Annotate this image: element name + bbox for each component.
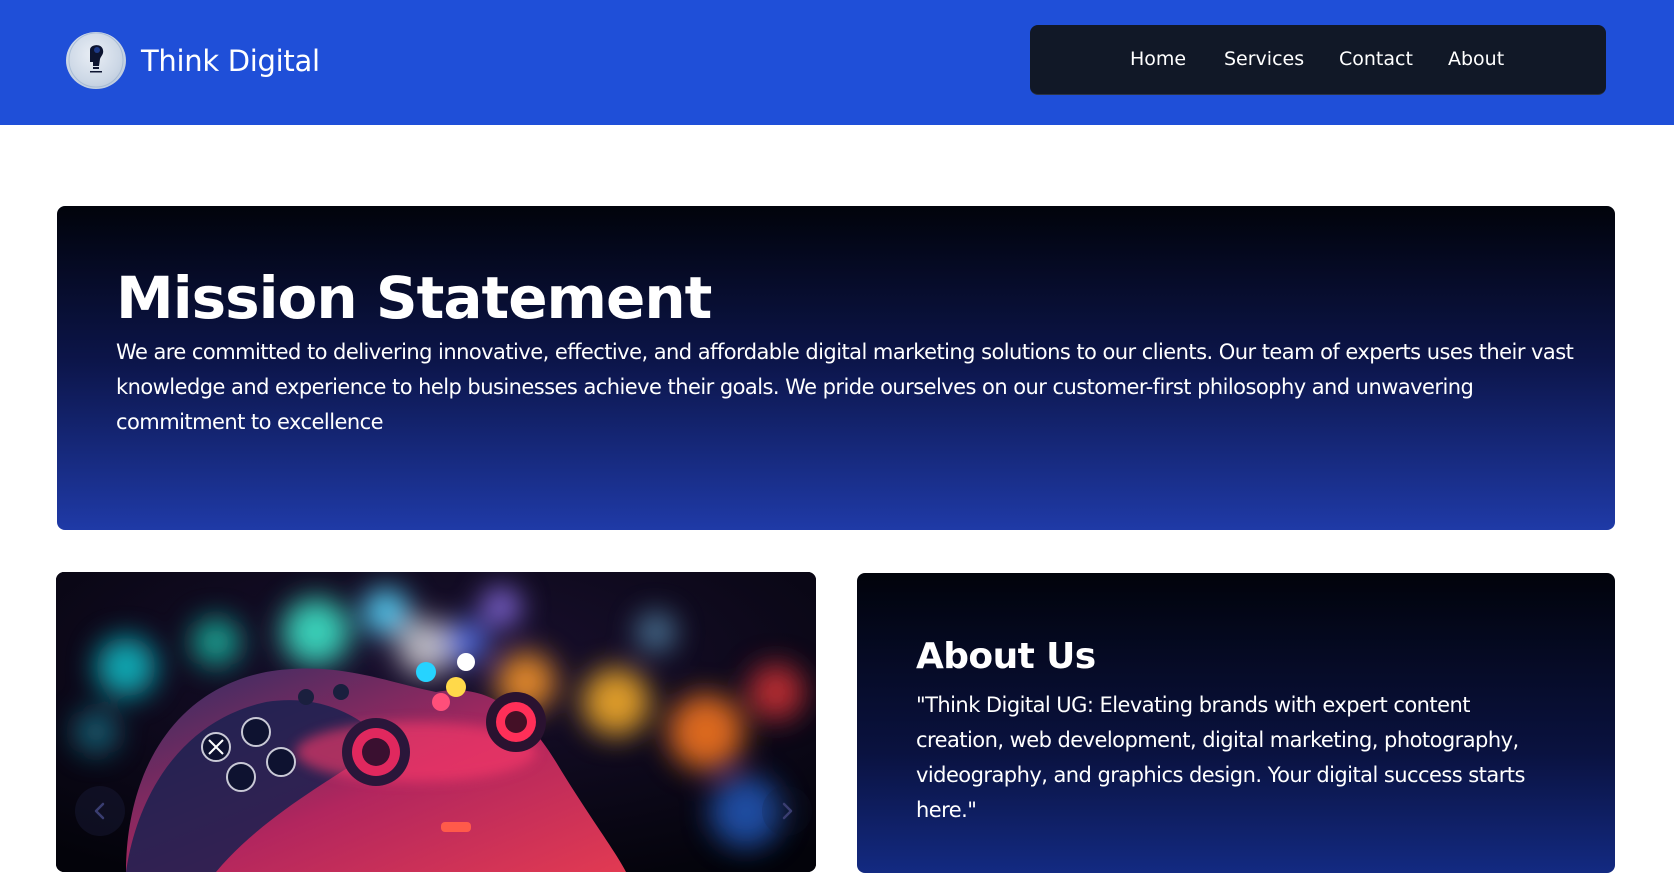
brand-name: Think Digital xyxy=(141,43,320,78)
image-carousel xyxy=(56,572,816,872)
site-header: Think Digital Home Services Contact Abou… xyxy=(0,0,1674,125)
about-section: About Us "Think Digital UG: Elevating br… xyxy=(857,573,1615,873)
brand-link[interactable]: Think Digital xyxy=(66,32,320,89)
chevron-left-icon xyxy=(94,802,105,820)
nav-link-home[interactable]: Home xyxy=(1130,48,1186,70)
nav-link-contact[interactable]: Contact xyxy=(1339,48,1413,70)
main-nav: Home Services Contact About xyxy=(1030,25,1606,95)
about-text: "Think Digital UG: Elevating brands with… xyxy=(916,693,1525,822)
nav-link-about[interactable]: About xyxy=(1448,48,1504,70)
nav-link-services[interactable]: Services xyxy=(1224,48,1304,70)
mission-title: Mission Statement xyxy=(116,264,712,332)
mission-section: Mission Statement We are committed to de… xyxy=(57,206,1615,530)
about-title: About Us xyxy=(916,636,1096,677)
carousel-next-button[interactable] xyxy=(762,786,812,836)
mission-text: We are committed to delivering innovativ… xyxy=(116,340,1574,434)
game-controller-photo xyxy=(56,572,816,872)
carousel-prev-button[interactable] xyxy=(75,786,125,836)
bulb-head-logo xyxy=(66,32,126,89)
chevron-right-icon xyxy=(782,802,793,820)
